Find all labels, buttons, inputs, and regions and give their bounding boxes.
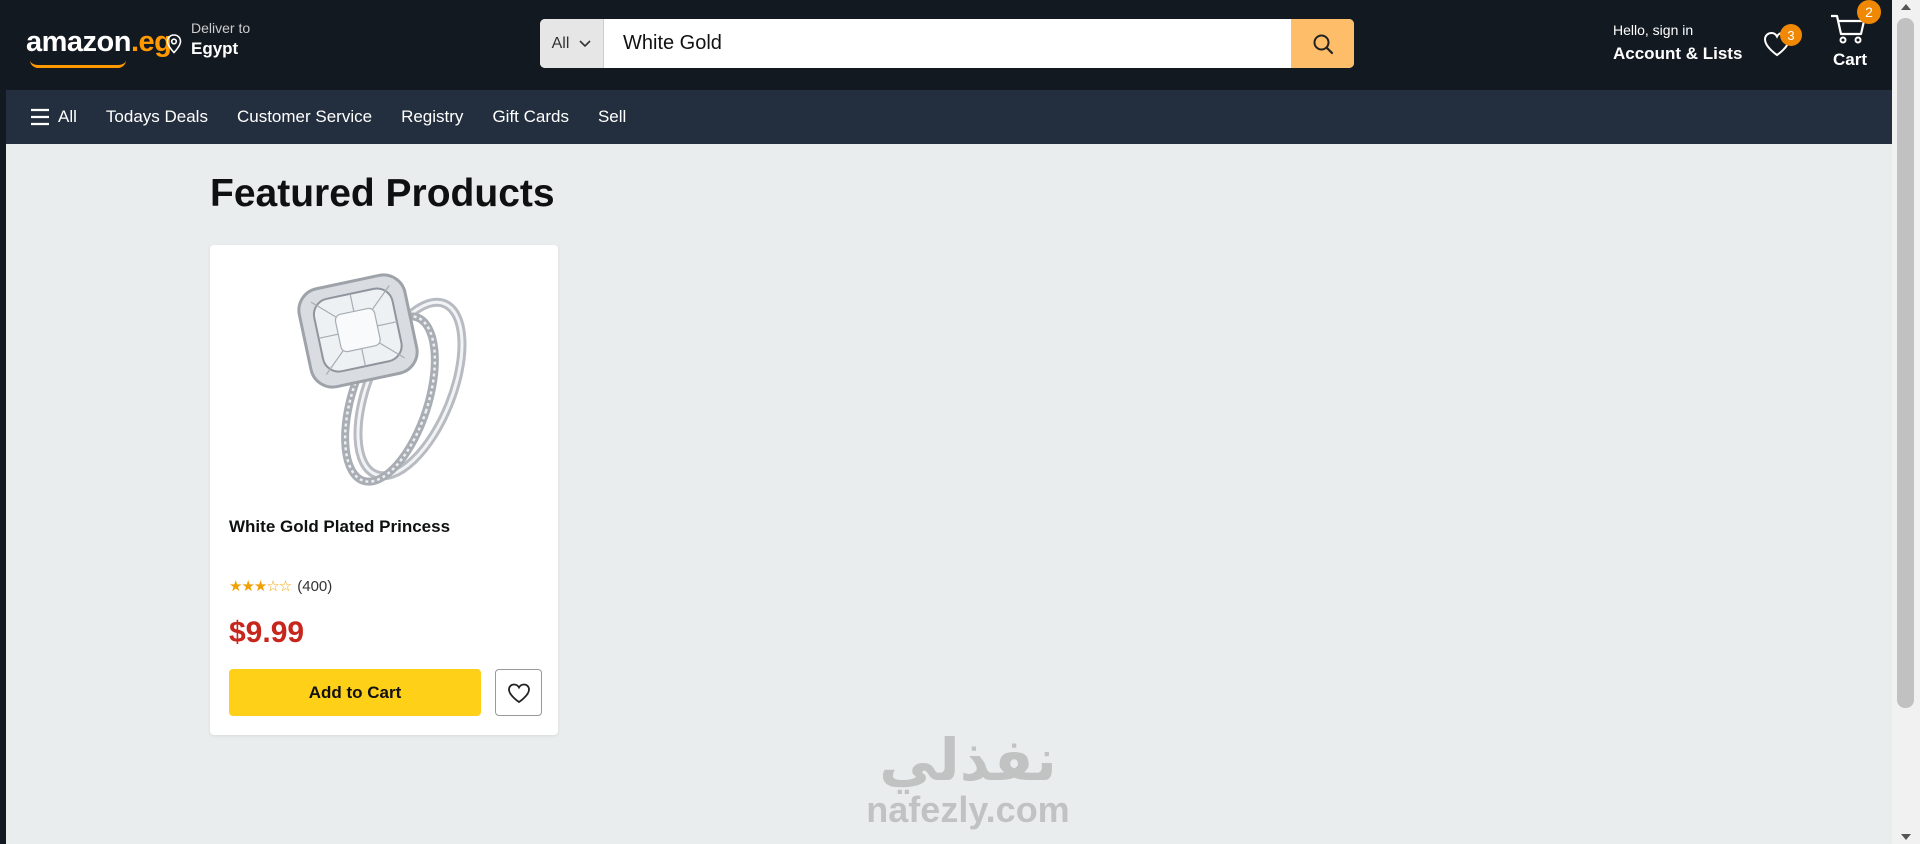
nav-customer-service[interactable]: Customer Service: [237, 107, 372, 127]
chevron-down-icon: [579, 39, 591, 47]
cart-count-badge: 2: [1857, 0, 1881, 24]
nav-bar: All Todays Deals Customer Service Regist…: [6, 90, 1892, 144]
heart-outline-icon: [507, 683, 530, 703]
product-price: $9.99: [229, 616, 305, 649]
account-greeting: Hello, sign in: [1613, 22, 1694, 38]
deliver-label: Deliver to: [191, 20, 251, 36]
logo-text: amazon: [26, 26, 131, 58]
product-title[interactable]: White Gold Plated Princess: [229, 517, 450, 537]
star-rating-icon: ★★★☆☆: [229, 578, 292, 595]
wishlist-button[interactable]: 3: [1762, 24, 1802, 60]
add-to-wishlist-button[interactable]: [495, 669, 542, 716]
product-rating: ★★★☆☆ (400): [229, 577, 332, 596]
hamburger-menu-icon: [31, 108, 49, 126]
watermark-arabic: نفذلي: [879, 726, 1057, 794]
search-icon: [1313, 34, 1333, 54]
page-title: Featured Products: [210, 172, 555, 215]
wishlist-count-badge: 3: [1780, 24, 1802, 46]
search-input[interactable]: [604, 19, 1291, 68]
vertical-scrollbar[interactable]: [1892, 0, 1920, 844]
scroll-down-arrow-icon[interactable]: [1901, 834, 1911, 840]
search-category-value: All: [551, 34, 570, 52]
amazon-logo[interactable]: amazon.eg: [26, 26, 172, 59]
add-to-cart-button[interactable]: Add to Cart: [229, 669, 481, 716]
deliver-location: Egypt: [191, 39, 239, 58]
logo-smile-icon: [30, 60, 126, 68]
nav-all-menu[interactable]: All: [30, 107, 77, 127]
cart-label: Cart: [1833, 50, 1868, 69]
nav-gift-cards[interactable]: Gift Cards: [492, 107, 569, 127]
cart-button[interactable]: 2 Cart: [1828, 0, 1888, 74]
scrollbar-thumb[interactable]: [1897, 18, 1914, 708]
location-pin-icon: [166, 34, 182, 54]
main-content: Featured Products White Gold Plated Prin…: [6, 144, 1892, 844]
account-label: Account & Lists: [1613, 44, 1743, 63]
search-button[interactable]: [1291, 19, 1354, 68]
account-lists[interactable]: Hello, sign in Account & Lists: [1613, 22, 1742, 64]
search-category-select[interactable]: All: [540, 19, 604, 68]
review-count[interactable]: (400): [297, 578, 332, 595]
scroll-up-arrow-icon[interactable]: [1901, 4, 1911, 10]
search-bar: All: [540, 19, 1354, 68]
top-header: amazon.eg Deliver to Egypt All Hello, si…: [6, 0, 1892, 90]
watermark-latin: nafezly.com: [866, 789, 1070, 830]
nav-registry[interactable]: Registry: [401, 107, 463, 127]
watermark-logo: نفذلي nafezly.com: [858, 728, 1078, 838]
nav-todays-deals[interactable]: Todays Deals: [106, 107, 208, 127]
product-card[interactable]: White Gold Plated Princess ★★★☆☆ (400) $…: [210, 245, 558, 735]
product-image[interactable]: [282, 259, 482, 489]
nav-all-label: All: [58, 107, 77, 126]
nav-sell[interactable]: Sell: [598, 107, 626, 127]
deliver-to[interactable]: Deliver to Egypt: [166, 20, 251, 59]
